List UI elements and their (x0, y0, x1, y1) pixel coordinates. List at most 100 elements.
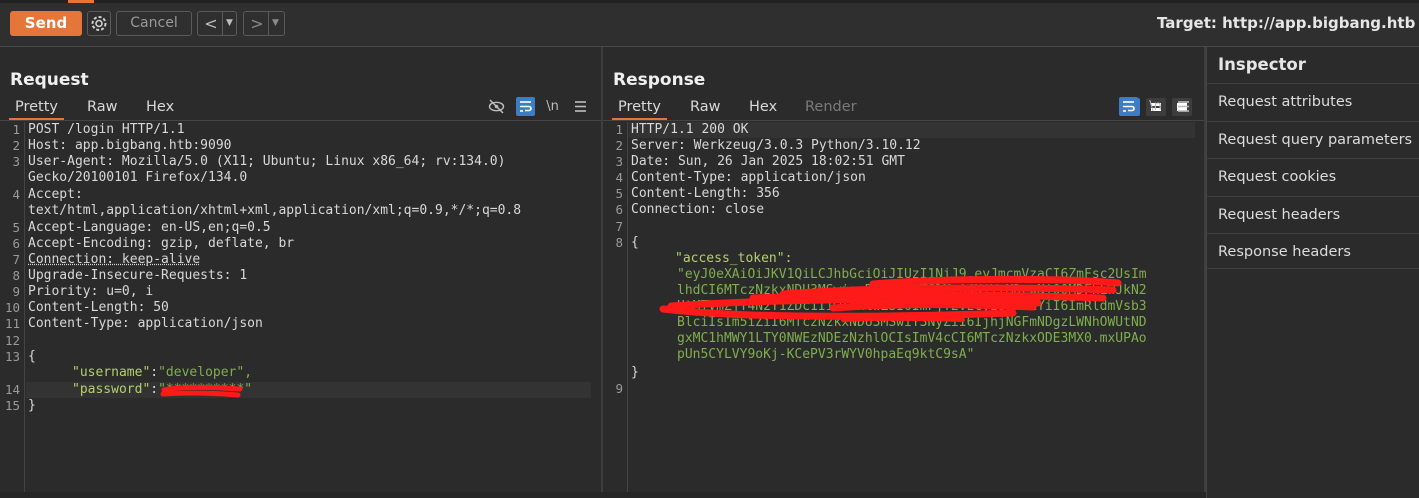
wrap-lines-icon[interactable] (1119, 97, 1138, 116)
response-line: { (631, 235, 639, 250)
request-tab-hex[interactable]: Hex (146, 97, 174, 117)
line-number: 7 (12, 252, 20, 267)
inspector-panel: Inspector Request attributes Request que… (1206, 47, 1419, 498)
line-number: 9 (615, 381, 623, 396)
request-line: { (28, 349, 36, 364)
json-key: "username" (72, 365, 151, 380)
request-line: Accept: (28, 187, 83, 202)
inspector-request-headers[interactable]: Request headers (1207, 196, 1419, 232)
line-number: 2 (615, 138, 623, 153)
target-label[interactable]: Target: http://app.bigbang.htb (1157, 14, 1415, 32)
line-number: 3 (615, 154, 623, 169)
response-tab-hex[interactable]: Hex (749, 97, 777, 117)
status-strip (0, 492, 1206, 498)
line-number: 8 (12, 268, 20, 283)
request-line: POST /login HTTP/1.1 (28, 122, 185, 137)
json-username-line: "username":"developer", (72, 365, 253, 380)
request-title: Request (10, 70, 89, 90)
line-number: 5 (615, 186, 623, 201)
back-arrow-icon: < (204, 14, 218, 33)
line-number: 4 (615, 170, 623, 185)
line-number: 11 (4, 316, 20, 331)
settings-button[interactable] (87, 11, 111, 36)
chevron-down-icon[interactable]: ▼ (268, 12, 282, 35)
line-number: 6 (12, 236, 20, 251)
request-pane: Request Pretty Raw Hex \n 1 2 3 4 5 6 7 … (0, 47, 601, 498)
inspector-title: Inspector (1218, 55, 1306, 74)
newline-toggle[interactable]: \n (543, 97, 562, 116)
response-line: Content-Type: application/json (631, 170, 866, 185)
forward-arrow-icon: > (250, 14, 264, 33)
password-redaction (160, 384, 243, 398)
line-number: 1 (12, 122, 20, 137)
response-line: Date: Sun, 26 Jan 2025 18:02:51 GMT (631, 154, 905, 169)
response-tab-raw[interactable]: Raw (690, 97, 721, 117)
top-edge (0, 0, 1419, 3)
request-tab-raw[interactable]: Raw (87, 97, 118, 117)
json-key: "access_token": (675, 251, 793, 266)
token-line: pUn5CYLVY9oKj-KCePV3rWYV0hpaEq9ktC9sA" (677, 347, 975, 362)
line-number: 4 (12, 187, 20, 202)
line-number: 1 (615, 122, 623, 137)
line-number: 5 (12, 220, 20, 235)
request-line: Connection: keep-alive (28, 252, 201, 267)
line-number-gutter: 1 2 3 4 5 6 7 8 9 (603, 122, 628, 498)
history-back-button[interactable]: < ▼ (197, 11, 237, 36)
line-number: 15 (4, 398, 20, 413)
json-value: "developer", (158, 365, 253, 380)
send-button[interactable]: Send (10, 11, 82, 36)
request-line: User-Agent: Mozilla/5.0 (X11; Ubuntu; Li… (28, 154, 506, 169)
hamburger-menu-icon[interactable] (1174, 97, 1193, 116)
inspector-request-attributes[interactable]: Request attributes (1207, 83, 1419, 119)
response-line: HTTP/1.1 200 OK (631, 122, 749, 137)
request-line: Gecko/20100101 Firefox/134.0 (28, 170, 248, 185)
request-line: Accept-Language: en-US,en;q=0.5 (28, 220, 271, 235)
line-number: 12 (4, 333, 20, 348)
request-line: Content-Type: application/json (28, 316, 263, 331)
line-number: 9 (12, 284, 20, 299)
line-number: 14 (4, 382, 20, 397)
line-number: 2 (12, 138, 20, 153)
line-number: 8 (615, 235, 623, 250)
active-tab-indicator (68, 0, 94, 3)
request-editor[interactable]: 1 2 3 4 5 6 7 8 9 10 11 12 13 14 15 POST… (0, 122, 601, 498)
line-number: 3 (12, 154, 20, 169)
response-line: Connection: close (631, 202, 765, 217)
newline-toggle[interactable]: \n (1146, 97, 1165, 116)
history-forward-button[interactable]: > ▼ (243, 11, 285, 36)
request-line: Accept-Encoding: gzip, deflate, br (28, 236, 295, 251)
inspector-response-headers[interactable]: Response headers (1207, 233, 1419, 269)
eye-slash-icon[interactable] (487, 97, 506, 116)
settings-gear-icon (91, 16, 107, 31)
hamburger-menu-icon[interactable] (571, 97, 590, 116)
inspector-request-cookies[interactable]: Request cookies (1207, 158, 1419, 194)
wrap-lines-icon[interactable] (516, 97, 535, 116)
json-key: "password" (72, 382, 151, 397)
inspector-request-query-parameters[interactable]: Request query parameters (1207, 121, 1419, 157)
request-tab-pretty[interactable]: Pretty (8, 97, 65, 121)
response-line: Content-Length: 356 (631, 186, 780, 201)
request-line: Priority: u=0, i (28, 284, 154, 299)
tab-divider (0, 120, 601, 121)
tab-divider (603, 120, 1204, 121)
token-redaction (659, 275, 1122, 322)
request-line: Upgrade-Insecure-Requests: 1 (28, 268, 248, 283)
token-line: gxMC1hMWY1LTY0NWEzNDEzNzhlOCIsImV4cCI6MT… (677, 331, 1147, 346)
response-pane: Response Pretty Raw Hex Render \n 1 2 3 … (603, 47, 1204, 498)
request-line: Host: app.bigbang.htb:9090 (28, 138, 232, 153)
response-tab-pretty[interactable]: Pretty (611, 97, 668, 121)
line-number: 7 (615, 219, 623, 234)
line-number-gutter: 1 2 3 4 5 6 7 8 9 10 11 12 13 14 15 (0, 122, 25, 498)
response-editor[interactable]: 1 2 3 4 5 6 7 8 9 HTTP/1.1 200 OK Server… (603, 122, 1204, 498)
cancel-button[interactable]: Cancel (116, 11, 192, 36)
line-number: 13 (4, 349, 20, 364)
top-toolbar: Send Cancel < ▼ > ▼ Target: http://app.b… (0, 0, 1419, 47)
line-number: 6 (615, 202, 623, 217)
response-line: Server: Werkzeug/3.0.3 Python/3.10.12 (631, 138, 921, 153)
request-line: text/html,application/xhtml+xml,applicat… (28, 203, 522, 218)
chevron-down-icon[interactable]: ▼ (222, 12, 236, 35)
request-line: Content-Length: 50 (28, 300, 169, 315)
response-line: } (631, 365, 639, 380)
response-tab-render[interactable]: Render (805, 97, 857, 117)
response-title: Response (613, 70, 706, 90)
